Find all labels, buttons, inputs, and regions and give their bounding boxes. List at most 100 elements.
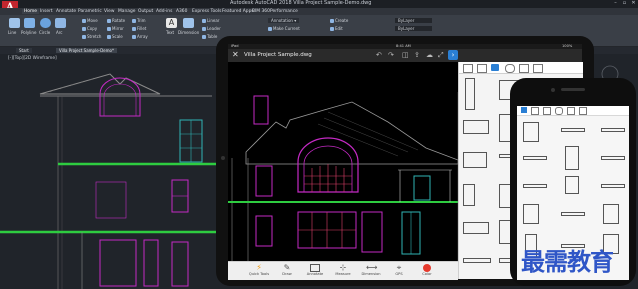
close-icon[interactable]: ✕	[232, 50, 239, 59]
blocks-icon[interactable]	[477, 64, 487, 73]
palette-block[interactable]	[523, 204, 539, 224]
maximize-icon[interactable]: ▫	[621, 1, 628, 6]
dimension-tool-icon[interactable]	[183, 18, 194, 28]
tool-gps[interactable]: ⌖ GPS	[386, 263, 412, 279]
copy-tool[interactable]: Copy	[82, 26, 97, 31]
settings-icon[interactable]	[533, 64, 543, 73]
tab-output[interactable]: Output	[138, 9, 153, 14]
layers-icon[interactable]	[519, 64, 529, 73]
palette-block[interactable]	[463, 120, 489, 134]
view-icon[interactable]	[555, 107, 563, 115]
palette-block[interactable]	[523, 122, 539, 142]
tab-express-tools[interactable]: Express Tools	[192, 9, 221, 14]
tab-add-ins[interactable]: Add-ins	[156, 9, 172, 14]
arc-tool-icon[interactable]	[55, 18, 66, 28]
create-block-button[interactable]: Create	[330, 18, 348, 23]
rotate-tool[interactable]: Rotate	[107, 18, 125, 23]
palette-block[interactable]	[601, 128, 625, 132]
tool-measure[interactable]: ⊹ Measure	[330, 263, 356, 279]
tablet-title-bar: ✕ Villa Project Sample.dwg ↶ ↷ ◫ ⇪ ☁ ⤢ ›	[228, 49, 582, 62]
circle-tool-icon[interactable]	[40, 18, 51, 28]
text-tool-icon[interactable]: A	[166, 18, 177, 28]
palette-block[interactable]	[603, 204, 619, 224]
scale-tool[interactable]: Scale	[107, 34, 123, 39]
close-icon[interactable]: ✕	[630, 1, 637, 6]
tab-annotate[interactable]: Annotate	[56, 9, 76, 14]
cloud-icon[interactable]: ☁	[426, 51, 433, 59]
text-tool-label: Text	[166, 30, 175, 35]
palette-block[interactable]	[463, 152, 487, 168]
tool-quick-tools[interactable]: ⚡ Quick Tools	[246, 263, 272, 279]
array-tool[interactable]: Array	[132, 34, 148, 39]
viewport-label[interactable]: [-][Top][2D Wireframe]	[8, 56, 57, 61]
polyline-tool-icon[interactable]	[24, 18, 35, 28]
move-tool[interactable]: Move	[82, 18, 98, 23]
tab-manage[interactable]: Manage	[118, 9, 135, 14]
tab-featured-apps[interactable]: Featured Apps	[222, 9, 254, 14]
tool-annotate[interactable]: Annotate	[302, 263, 328, 279]
fullscreen-icon[interactable]: ⤢	[438, 51, 444, 60]
circle-tool-label: Circle	[39, 30, 51, 35]
palette-block[interactable]	[463, 184, 475, 206]
blocks-icon[interactable]	[531, 107, 539, 115]
view-icon[interactable]	[505, 64, 515, 73]
trim-tool[interactable]: Trim	[132, 18, 146, 23]
minimize-icon[interactable]: –	[612, 1, 619, 6]
redo-icon[interactable]: ↷	[388, 51, 394, 59]
palette-block[interactable]	[601, 184, 625, 188]
location-pin-icon: ⌖	[396, 263, 402, 272]
palette-block[interactable]	[463, 222, 489, 234]
tool-dimension[interactable]: ⟷ Dimension	[358, 263, 384, 279]
library-icon[interactable]	[543, 107, 551, 115]
mirror-tool[interactable]: Mirror	[107, 26, 124, 31]
palette-active-icon[interactable]	[521, 107, 527, 113]
palette-block[interactable]	[523, 184, 547, 188]
tablet-drawing-canvas[interactable]	[228, 62, 458, 261]
fillet-tool[interactable]: Fillet	[132, 26, 146, 31]
annotation-dropdown[interactable]: Annotation ▾	[268, 18, 300, 23]
tab-a360[interactable]: A360	[176, 9, 187, 14]
tab-parametric[interactable]: Parametric	[78, 9, 102, 14]
blocks-palette-toggle-icon[interactable]: ›	[448, 50, 458, 60]
tab-view[interactable]: View	[104, 9, 114, 14]
settings-icon[interactable]	[579, 107, 587, 115]
linetype-dropdown[interactable]: ByLayer	[395, 26, 433, 31]
linear-tool[interactable]: Linear	[202, 18, 219, 23]
doc-tab-villa[interactable]: Villa Project Sample-Demo*	[56, 48, 117, 53]
palette-block[interactable]	[565, 146, 579, 170]
window-title: Autodesk AutoCAD 2018 Villa Project Samp…	[230, 0, 372, 6]
palette-block[interactable]	[565, 176, 579, 194]
dimension-tool-label: Dimension	[178, 30, 200, 35]
palette-block[interactable]	[523, 156, 547, 160]
color-dropdown[interactable]: ByLayer	[395, 18, 433, 23]
edit-block-button[interactable]: Edit	[330, 26, 343, 31]
table-tool[interactable]: Table	[202, 34, 217, 39]
palette-block[interactable]	[561, 128, 585, 132]
line-tool-icon[interactable]	[9, 18, 20, 28]
palette-block[interactable]	[561, 212, 585, 216]
polyline-tool-label: Polyline	[21, 30, 37, 35]
layers-icon[interactable]	[567, 107, 575, 115]
block-library-icon[interactable]	[463, 64, 473, 73]
tab-home[interactable]: Home	[22, 9, 39, 14]
stretch-tool[interactable]: Stretch	[82, 34, 101, 39]
palette-active-icon[interactable]	[491, 64, 499, 71]
palette-block[interactable]	[465, 78, 475, 110]
tool-draw[interactable]: ✎ Draw	[274, 263, 300, 279]
make-current-button[interactable]: Make Current	[268, 26, 300, 31]
leader-tool[interactable]: Leader	[202, 26, 221, 31]
undo-icon[interactable]: ↶	[376, 51, 382, 59]
doc-tab-start[interactable]: Start	[16, 48, 32, 53]
tab-bim-360[interactable]: BIM 360	[252, 9, 270, 14]
tool-color[interactable]: Color	[414, 263, 440, 279]
tab-performance[interactable]: Performance	[270, 9, 298, 14]
palette-block[interactable]	[601, 156, 625, 160]
tablet-camera	[221, 156, 225, 160]
layers-icon[interactable]: ◫	[402, 51, 409, 59]
tab-insert[interactable]: Insert	[40, 9, 53, 14]
phone-speaker	[561, 88, 585, 91]
tablet-cad-drawing	[228, 92, 458, 261]
share-icon[interactable]: ⇪	[414, 51, 420, 59]
palette-block[interactable]	[463, 258, 491, 263]
lightning-icon: ⚡	[256, 263, 262, 272]
